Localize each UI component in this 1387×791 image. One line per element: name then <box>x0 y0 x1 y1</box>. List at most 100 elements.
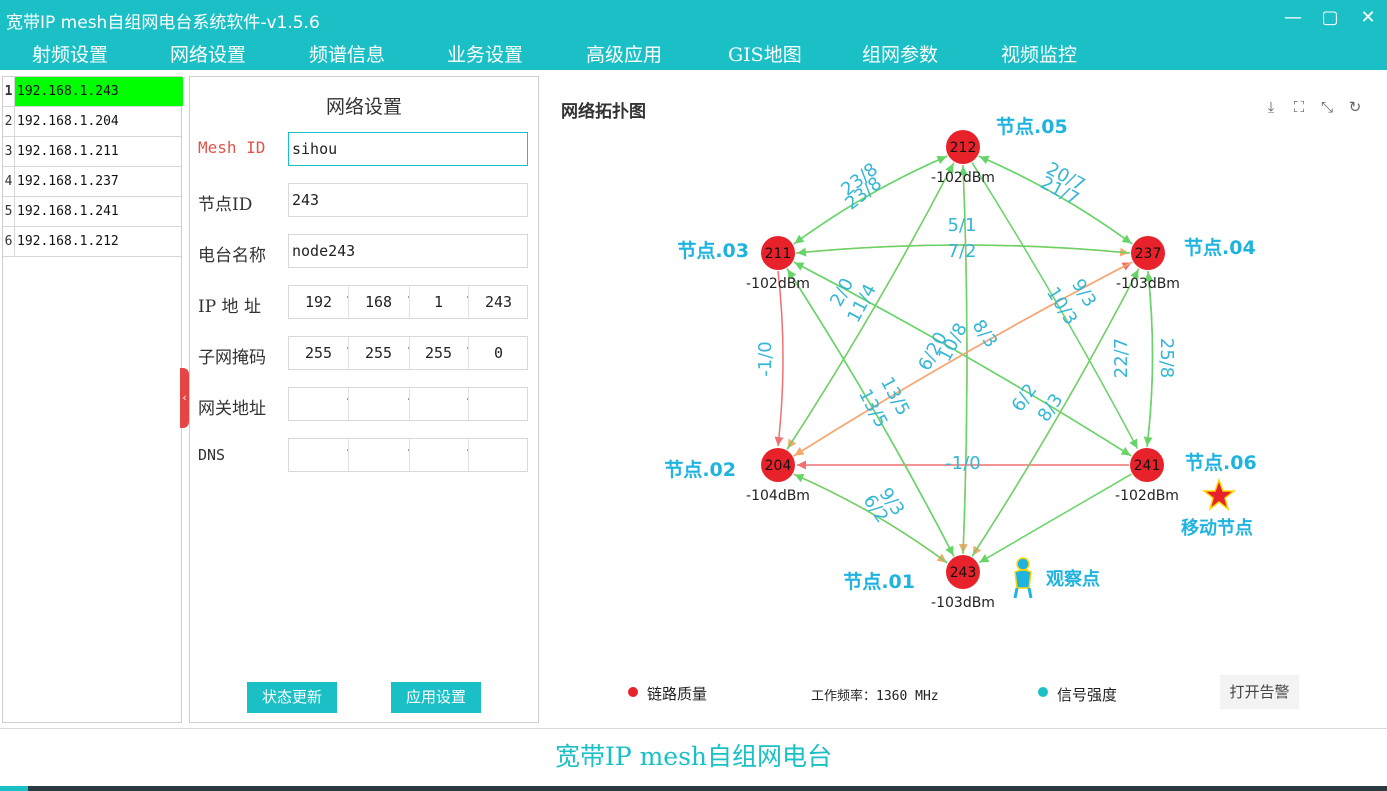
minimize-button[interactable]: — <box>1281 6 1305 30</box>
menu-rf-settings[interactable]: 射频设置 <box>32 40 108 67</box>
node-id-label: 212 <box>950 140 977 156</box>
mask-octet-2[interactable]: 255 <box>349 337 408 369</box>
row-number: 3 <box>3 137 15 166</box>
node-id-label: 241 <box>1134 458 1161 474</box>
apply-settings-button[interactable]: 应用设置 <box>391 682 481 713</box>
node-name-label: 节点.04 <box>1184 237 1256 259</box>
mesh-id-input[interactable]: sihou <box>288 132 528 166</box>
node-list-item[interactable]: 5 192.168.1.241 <box>3 197 181 227</box>
topology-node[interactable]: 243 -103dBm 节点.01 <box>843 555 995 611</box>
node-list-item[interactable]: 3 192.168.1.211 <box>3 137 181 167</box>
dns-octet-1[interactable] <box>289 439 348 471</box>
mask-octet-4[interactable]: 0 <box>469 337 528 369</box>
topology-link <box>979 473 1132 564</box>
menu-advanced[interactable]: 高级应用 <box>586 40 662 67</box>
close-button[interactable]: ✕ <box>1356 6 1380 30</box>
shrink-icon[interactable]: ⤡ <box>1318 98 1336 116</box>
node-ip: 192.168.1.237 <box>17 174 119 189</box>
working-frequency: 工作频率：1360 MHz <box>811 689 939 704</box>
node-id-input[interactable]: 243 <box>288 183 528 217</box>
mobile-node-star-icon <box>1201 477 1237 511</box>
ip-octet-4[interactable]: 243 <box>469 286 528 318</box>
observer-label: 观察点 <box>1046 568 1100 590</box>
dns-field[interactable]: · · · <box>288 438 528 472</box>
mobile-node-label: 移动节点 <box>1181 517 1253 539</box>
gateway-octet-1[interactable] <box>289 388 348 420</box>
signal-strength-label: 信号强度 <box>1057 686 1118 704</box>
menu-gis-map[interactable]: GIS地图 <box>728 40 802 67</box>
node-list-item[interactable]: 1 192.168.1.243 <box>3 77 183 107</box>
fullscreen-icon[interactable]: ⛶ <box>1290 98 1308 116</box>
ip-address-label: IP 地 址 <box>198 297 261 317</box>
topology-node[interactable]: 204 -104dBm 节点.02 <box>664 448 810 504</box>
topology-node[interactable]: 237 -103dBm 节点.04 <box>1116 236 1256 292</box>
link-quality-label: 5/1 <box>948 215 977 236</box>
node-name-label: 节点.01 <box>843 571 915 593</box>
window-title: 宽带IP mesh自组网电台系统软件-v1.5.6 <box>6 13 320 33</box>
link-quality-dot <box>628 687 638 697</box>
row-number: 2 <box>3 107 15 136</box>
topology-node[interactable]: 241 -102dBm 节点.06 <box>1115 448 1257 504</box>
node-signal-label: -102dBm <box>931 170 995 186</box>
gateway-label: 网关地址 <box>198 399 266 419</box>
node-signal-label: -103dBm <box>1116 276 1180 292</box>
topology-link <box>774 270 784 447</box>
menu-network-settings[interactable]: 网络设置 <box>170 40 246 67</box>
chevron-left-icon: ‹ <box>182 391 187 404</box>
menu-network-params[interactable]: 组网参数 <box>862 40 938 67</box>
gateway-octet-3[interactable] <box>409 388 468 420</box>
gateway-octet-2[interactable] <box>349 388 408 420</box>
node-ip: 192.168.1.243 <box>15 77 183 106</box>
row-number: 4 <box>3 167 15 196</box>
menu-video-monitor[interactable]: 视频监控 <box>1001 40 1077 67</box>
subnet-mask-field[interactable]: 255 · 255 · 255 · 0 <box>288 336 528 370</box>
row-number: 6 <box>3 227 15 256</box>
dns-label: DNS <box>198 446 226 464</box>
menu-service-settings[interactable]: 业务设置 <box>447 40 523 67</box>
mask-octet-1[interactable]: 255 <box>289 337 348 369</box>
node-name-label: 节点.03 <box>677 240 749 262</box>
menu-spectrum-info[interactable]: 频谱信息 <box>309 40 385 67</box>
gateway-field[interactable]: · · · <box>288 387 528 421</box>
node-name-label: 节点.06 <box>1185 452 1257 474</box>
node-ip: 192.168.1.212 <box>17 234 119 249</box>
open-alarm-button[interactable]: 打开告警 <box>1220 675 1299 709</box>
topology-node[interactable]: 211 -102dBm 节点.03 <box>677 236 810 292</box>
mask-octet-3[interactable]: 255 <box>409 337 468 369</box>
topology-link-labels: 23/823/8 20/721/75/17/22/011/4 9/310/325/8… <box>755 158 1177 526</box>
node-list-item[interactable]: 2 192.168.1.204 <box>3 107 181 137</box>
refresh-status-button[interactable]: 状态更新 <box>247 682 337 713</box>
gateway-octet-4[interactable] <box>469 388 528 420</box>
dns-octet-3[interactable] <box>409 439 468 471</box>
subnet-mask-label: 子网掩码 <box>198 348 266 368</box>
link-quality-label: -1/0 <box>945 453 980 474</box>
radio-name-label: 电台名称 <box>198 246 266 266</box>
node-signal-label: -102dBm <box>746 276 810 292</box>
ip-octet-2[interactable]: 168 <box>349 286 408 318</box>
link-quality-label: 链路质量 <box>647 685 708 703</box>
node-id-label: 237 <box>1135 246 1162 262</box>
ip-octet-3[interactable]: 1 <box>409 286 468 318</box>
dns-octet-2[interactable] <box>349 439 408 471</box>
node-name-label: 节点.05 <box>996 116 1068 138</box>
network-topology-graph: 23/823/8 20/721/75/17/22/011/4 9/310/325/8… <box>664 116 1257 611</box>
node-ip: 192.168.1.204 <box>17 114 119 129</box>
row-number: 1 <box>3 77 15 106</box>
maximize-button[interactable]: ▢ <box>1318 6 1342 30</box>
node-list-item[interactable]: 4 192.168.1.237 <box>3 167 181 197</box>
link-quality-label: 7/2 <box>948 241 977 262</box>
ip-octet-1[interactable]: 192 <box>289 286 348 318</box>
panel-collapse-handle[interactable]: ‹ <box>180 368 189 428</box>
refresh-icon[interactable]: ↻ <box>1346 98 1364 116</box>
node-ip-list: 1 192.168.1.243 2 192.168.1.204 3 192.16… <box>2 76 183 723</box>
radio-name-input[interactable]: node243 <box>288 234 528 268</box>
node-list-item[interactable]: 6 192.168.1.212 <box>3 227 181 257</box>
node-id-label: 节点ID <box>198 195 253 215</box>
ip-address-field[interactable]: 192 · 168 · 1 · 243 <box>288 285 528 319</box>
node-name-label: 节点.02 <box>664 459 736 481</box>
node-ip: 192.168.1.211 <box>17 144 119 159</box>
panel-title: 网络设置 <box>325 96 402 118</box>
dns-octet-4[interactable] <box>469 439 528 471</box>
observer-person-icon <box>1013 557 1033 599</box>
link-quality-label: 25/8 <box>1156 338 1177 378</box>
